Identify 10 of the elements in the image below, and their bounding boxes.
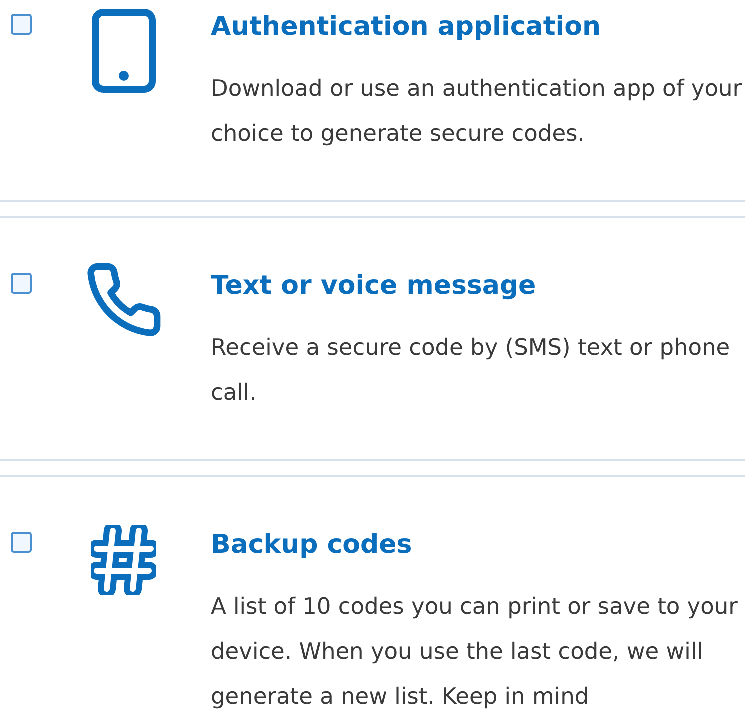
option-description: A list of 10 codes you can print or save to your device. When you use the last code, we will generate a new list. Keep in mind bbox=[211, 593, 739, 712]
checkbox[interactable] bbox=[11, 14, 32, 35]
option-description: Receive a secure code by (SMS) text or phone call. bbox=[211, 334, 732, 408]
option-title: Text or voice message bbox=[211, 272, 538, 300]
option-description: Download or use an authentication app of your choice to generate secure codes. bbox=[211, 75, 743, 149]
checkbox[interactable] bbox=[11, 273, 32, 294]
option-title: Backup codes bbox=[211, 531, 414, 559]
option-title: Authentication application bbox=[211, 13, 602, 41]
mobile-phone-icon bbox=[92, 9, 156, 93]
checkbox[interactable] bbox=[11, 532, 32, 553]
